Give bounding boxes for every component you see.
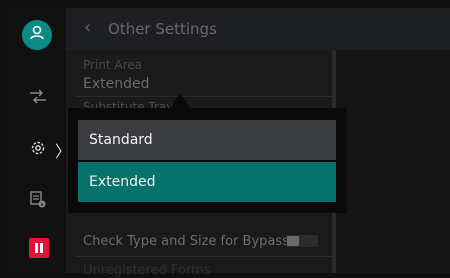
user-icon: [28, 24, 46, 46]
printer-info-button[interactable]: [23, 186, 53, 216]
print-area-label: Print Area: [83, 58, 143, 72]
settings-button[interactable]: [23, 135, 53, 165]
gear-icon: [29, 139, 47, 161]
option-dropdown: Standard Extended: [68, 108, 347, 213]
check-type-size-toggle[interactable]: [286, 235, 318, 247]
divider: [76, 96, 332, 97]
sidebar: 〉: [8, 8, 71, 273]
check-type-size-label: Check Type and Size for Bypass: [83, 234, 289, 249]
printer-info-icon: [29, 189, 47, 213]
unregistered-forms-label: Unregistered Forms: [83, 263, 211, 278]
user-button[interactable]: [22, 20, 52, 50]
stop-button[interactable]: [29, 238, 49, 258]
back-button[interactable]: ‹: [84, 17, 91, 38]
stop-icon: [35, 243, 43, 253]
page-title: Other Settings: [108, 20, 217, 38]
jobs-button[interactable]: [23, 84, 53, 114]
option-standard[interactable]: Standard: [78, 120, 336, 160]
divider: [76, 256, 332, 257]
chevron-left-icon: ‹: [84, 17, 92, 38]
header-bar: ‹ Other Settings: [66, 8, 450, 50]
popup-pointer: [170, 93, 190, 108]
toggle-knob: [287, 236, 299, 246]
option-extended[interactable]: Extended: [78, 162, 336, 202]
jobs-icon: [28, 89, 48, 109]
print-area-value: Extended: [83, 76, 150, 92]
